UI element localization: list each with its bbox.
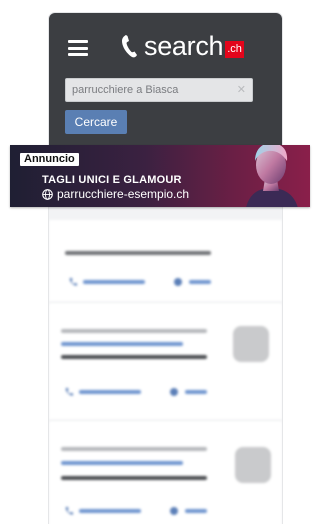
close-icon[interactable]: ✕ [237, 83, 246, 97]
result-title-placeholder [61, 461, 183, 465]
site-logo[interactable]: search .ch [119, 31, 244, 61]
globe-icon [174, 278, 182, 286]
hamburger-menu-icon[interactable] [68, 40, 88, 56]
website-link-placeholder [185, 390, 207, 394]
result-title-placeholder [61, 342, 183, 346]
ad-url-text: parrucchiere-esempio.ch [57, 187, 190, 201]
site-header: search .ch ✕ Cercare [49, 13, 282, 153]
result-card[interactable] [49, 220, 282, 303]
result-category-placeholder [61, 447, 207, 451]
search-field: ✕ [65, 78, 253, 102]
result-card[interactable] [49, 303, 282, 421]
globe-icon [42, 188, 53, 200]
phone-number-placeholder [79, 390, 141, 394]
result-card[interactable] [49, 421, 282, 524]
result-address-placeholder [61, 476, 207, 480]
result-thumbnail [235, 447, 271, 483]
search-button[interactable]: Cercare [65, 110, 127, 134]
phone-icon [65, 507, 73, 515]
result-thumbnail [233, 326, 269, 362]
ad-link[interactable]: parrucchiere-esempio.ch [42, 187, 189, 201]
phone-handset-icon [122, 35, 137, 58]
ad-label-badge: Annuncio [20, 153, 79, 166]
phone-number-placeholder [79, 509, 141, 513]
ad-model-image [246, 145, 298, 207]
globe-icon [170, 507, 178, 515]
logo-tld-badge: .ch [225, 40, 244, 58]
phone-icon [69, 278, 77, 286]
result-address-placeholder [61, 355, 207, 359]
ad-banner[interactable]: Annuncio TAGLI UNICI E GLAMOUR parrucchi… [10, 145, 310, 207]
result-title-placeholder [65, 251, 211, 255]
ad-headline: TAGLI UNICI E GLAMOUR [42, 174, 182, 186]
phone-icon [65, 388, 73, 396]
globe-icon [170, 388, 178, 396]
phone-number-placeholder [83, 280, 145, 284]
logo-text: search [144, 31, 224, 61]
search-input[interactable] [66, 84, 226, 96]
website-link-placeholder [189, 280, 211, 284]
mobile-viewport: search .ch ✕ Cercare [49, 13, 282, 524]
result-category-placeholder [61, 329, 207, 333]
website-link-placeholder [185, 509, 207, 513]
